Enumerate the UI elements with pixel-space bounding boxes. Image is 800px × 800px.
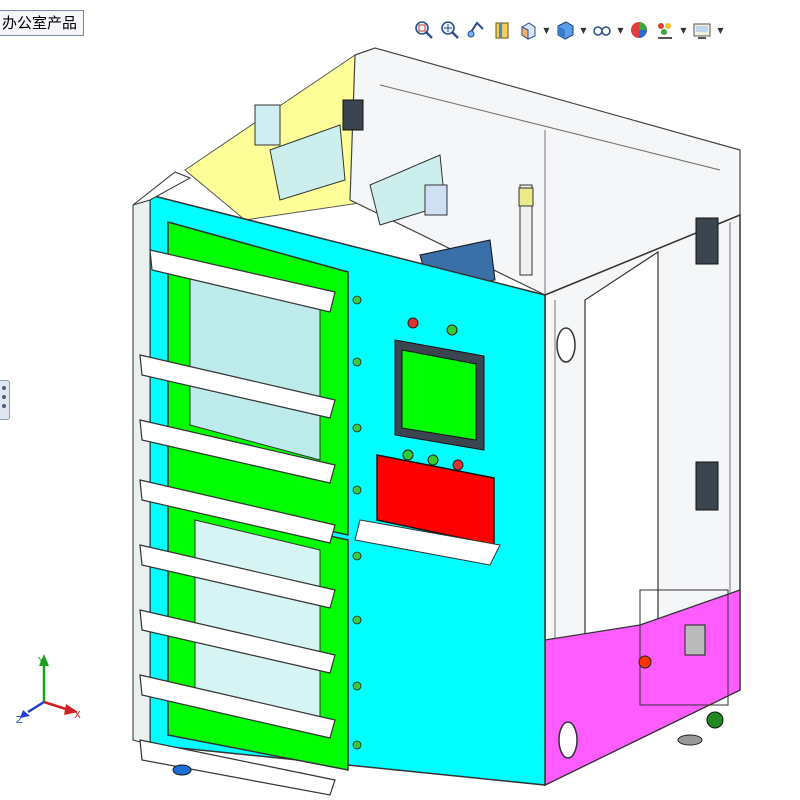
hide-show-items-button[interactable]	[590, 17, 614, 43]
z-axis-label: Z	[16, 715, 23, 725]
x-axis-label: X	[74, 710, 81, 721]
side-port	[556, 327, 576, 363]
zoom-to-fit-icon	[415, 21, 433, 39]
document-title: 办公室产品	[2, 14, 78, 32]
hide-show-icon	[593, 26, 611, 36]
section-view-button[interactable]	[490, 17, 514, 43]
appearance-icon	[631, 22, 647, 38]
side-fan-lower	[695, 461, 719, 511]
view-orientation-icon	[521, 22, 536, 40]
scene-icon	[658, 23, 672, 39]
view-orientation-button[interactable]	[516, 17, 540, 43]
touch-screen-display	[401, 349, 477, 441]
right-side-window	[584, 250, 659, 667]
flyout-dot	[2, 386, 6, 390]
edit-appearance-button[interactable]	[627, 17, 651, 43]
display-style-button[interactable]	[553, 17, 577, 43]
y-axis-label: Y	[37, 656, 45, 667]
left-frame	[132, 194, 151, 746]
reference-triad: Y X Z	[16, 654, 81, 725]
flyout-dot	[2, 395, 6, 399]
view-orientation-dropdown[interactable]: ▼	[542, 17, 551, 43]
view-settings-dropdown[interactable]: ▼	[716, 17, 725, 43]
view-settings-button[interactable]	[690, 17, 714, 43]
top-cylinder-2	[424, 184, 448, 216]
zoom-to-fit-button[interactable]	[412, 17, 436, 43]
top-cylinder	[254, 104, 281, 146]
previous-view-button[interactable]	[464, 17, 488, 43]
cabinet-model[interactable]	[0, 0, 800, 800]
z-axis	[27, 700, 45, 714]
heads-up-view-toolbar: ▼ ▼ ▼ ▼ ▼	[412, 16, 725, 44]
previous-view-icon	[467, 21, 484, 38]
zoom-to-area-icon	[441, 21, 459, 39]
side-fan-upper	[695, 217, 719, 265]
base-port	[558, 721, 578, 759]
display-style-dropdown[interactable]: ▼	[579, 17, 588, 43]
display-style-icon	[557, 21, 574, 40]
apply-scene-button[interactable]	[653, 17, 677, 43]
apply-scene-dropdown[interactable]: ▼	[679, 17, 688, 43]
zoom-to-area-button[interactable]	[438, 17, 462, 43]
graphics-viewport[interactable]: 办公室产品 ▼ ▼ ▼ ▼ ▼ Y X Z	[0, 0, 800, 800]
flyout-dot	[2, 404, 6, 408]
document-title-tab[interactable]: 办公室产品	[0, 10, 85, 36]
hide-show-dropdown[interactable]: ▼	[616, 17, 625, 43]
section-view-icon	[495, 22, 509, 39]
feature-manager-flyout-tab[interactable]	[0, 380, 10, 420]
view-settings-icon	[693, 23, 711, 39]
